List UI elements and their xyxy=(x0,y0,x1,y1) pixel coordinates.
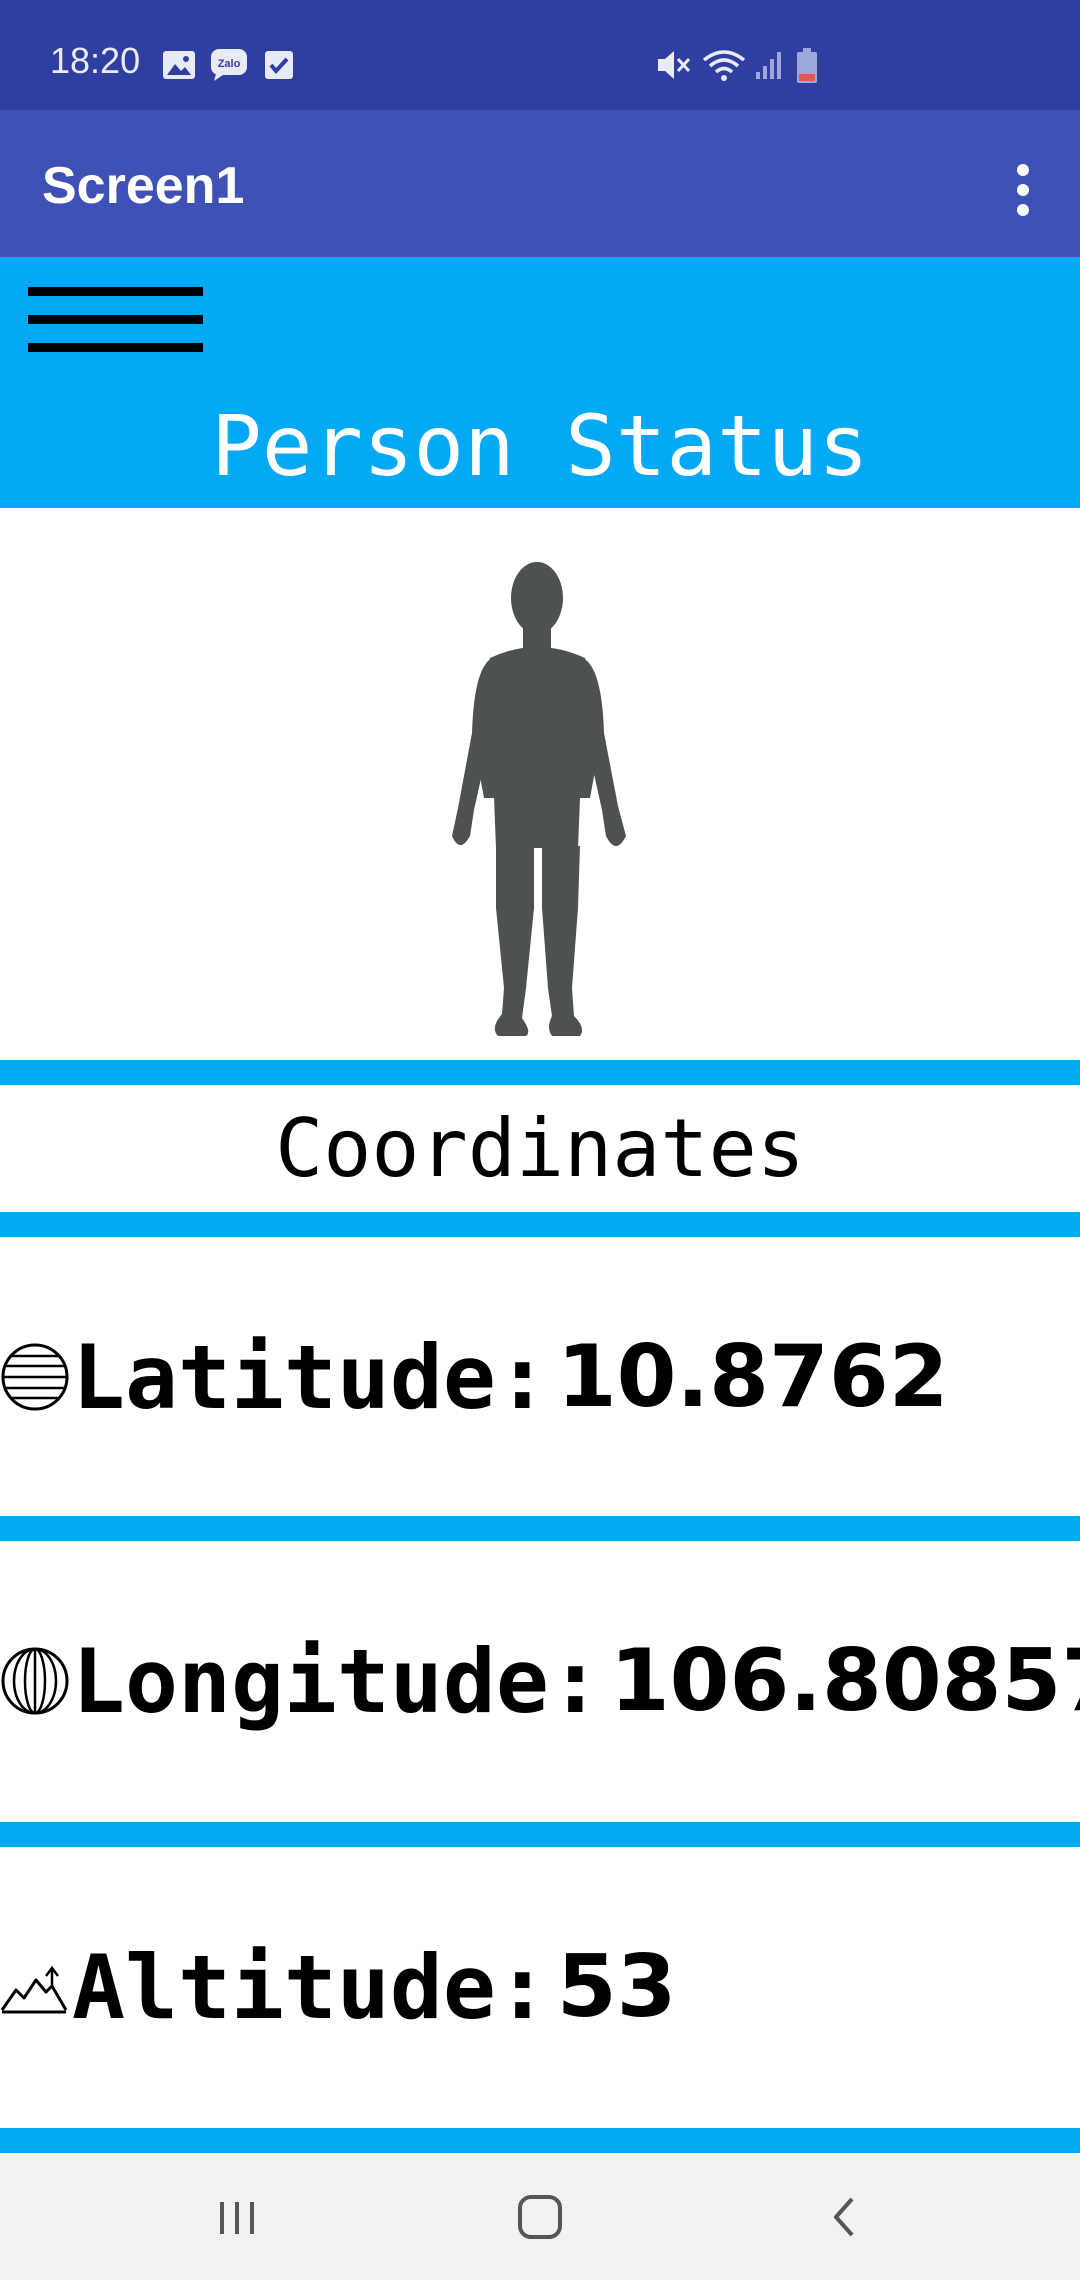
mountain-icon xyxy=(0,1965,68,2014)
app-bar: Screen1 xyxy=(0,110,1080,257)
altitude-row: Altitude: 53 xyxy=(0,1847,1080,2127)
divider xyxy=(0,1822,1080,1847)
longitude-label: Longitude: xyxy=(72,1629,602,1733)
mute-icon xyxy=(658,51,691,79)
altitude-label: Altitude: xyxy=(72,1935,549,2039)
divider xyxy=(0,1516,1080,1541)
wifi-icon xyxy=(702,50,746,81)
altitude-value: 53 xyxy=(556,1937,677,2037)
latitude-label: Latitude: xyxy=(72,1325,549,1429)
latitude-row: Latitude: 10.8762 xyxy=(0,1237,1080,1517)
person-status-header: Person Status xyxy=(0,257,1080,508)
latitude-globe-icon xyxy=(1,1343,69,1411)
zalo-icon: Zalo xyxy=(211,49,247,81)
divider xyxy=(0,1060,1080,1085)
longitude-globe-icon xyxy=(1,1647,69,1715)
longitude-row: Longitude: 106.80857 xyxy=(0,1541,1080,1821)
svg-text:Zalo: Zalo xyxy=(218,58,241,70)
person-silhouette-image xyxy=(452,562,626,1036)
back-icon[interactable] xyxy=(820,2187,870,2247)
person-image-area xyxy=(0,508,1080,1060)
checkbox-icon xyxy=(265,51,293,79)
status-time: 18:20 xyxy=(50,40,141,81)
hamburger-icon[interactable] xyxy=(28,287,203,352)
longitude-value: 106.80857 xyxy=(609,1631,1080,1731)
more-vert-icon[interactable] xyxy=(1008,162,1038,218)
system-nav-bar xyxy=(0,2155,1080,2280)
image-icon xyxy=(163,51,195,79)
recents-icon[interactable] xyxy=(212,2187,262,2247)
battery-icon xyxy=(797,48,817,83)
latitude-value: 10.8762 xyxy=(556,1327,949,1427)
app-title: Screen1 xyxy=(42,157,245,215)
coordinates-heading: Coordinates xyxy=(275,1102,805,1195)
divider xyxy=(0,2128,1080,2153)
divider xyxy=(0,1212,1080,1237)
page-title: Person Status xyxy=(211,397,869,495)
signal-icon xyxy=(756,52,781,79)
status-bar: 18:20 Zalo xyxy=(0,0,1080,110)
home-icon[interactable] xyxy=(512,2187,568,2247)
